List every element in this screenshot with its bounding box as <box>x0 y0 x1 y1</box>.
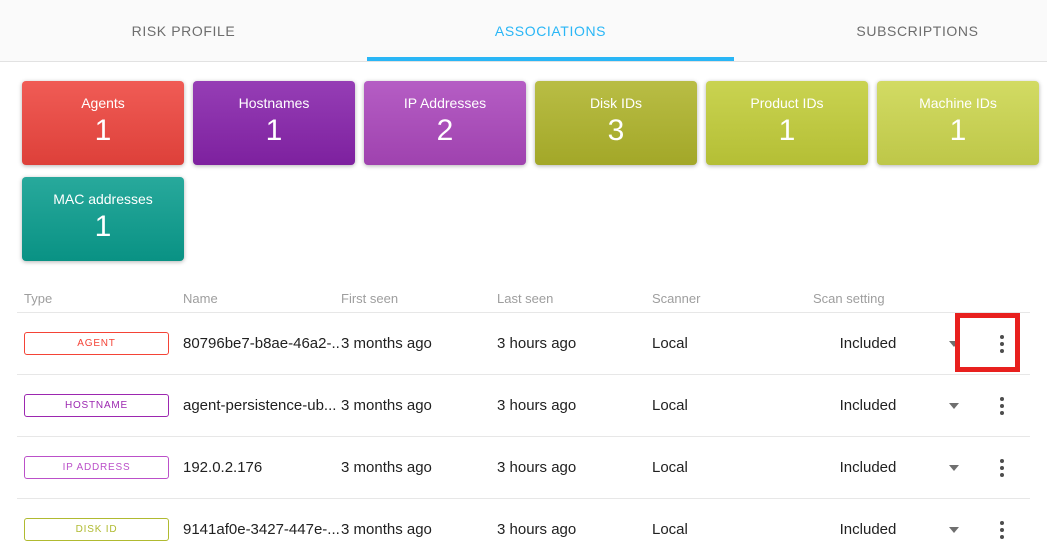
column-header-scanner: Scanner <box>652 291 813 306</box>
type-badge: DISK ID <box>24 518 169 541</box>
name-cell: 192.0.2.176 <box>183 459 341 476</box>
card-disk-ids[interactable]: Disk IDs 3 <box>535 81 697 165</box>
tab-subscriptions[interactable]: SUBSCRIPTIONS <box>734 0 1047 61</box>
scan-setting-select[interactable]: Included <box>813 335 973 352</box>
scan-setting-select[interactable]: Included <box>813 521 973 538</box>
associations-page: RISK PROFILE ASSOCIATIONS SUBSCRIPTIONS … <box>0 0 1047 558</box>
card-label: MAC addresses <box>22 191 184 207</box>
card-label: Agents <box>22 95 184 111</box>
card-count: 2 <box>364 114 526 148</box>
kebab-menu-icon[interactable] <box>990 329 1014 359</box>
scan-setting-value: Included <box>813 335 923 352</box>
chevron-down-icon[interactable] <box>949 527 959 533</box>
card-hostnames[interactable]: Hostnames 1 <box>193 81 355 165</box>
column-header-last-seen: Last seen <box>497 291 652 306</box>
table-row: HOSTNAME agent-persistence-ub... 3 month… <box>17 374 1030 436</box>
associations-table: Type Name First seen Last seen Scanner S… <box>17 284 1030 558</box>
first-seen-cell: 3 months ago <box>341 459 497 476</box>
name-cell: 9141af0e-3427-447e-... <box>183 521 341 538</box>
chevron-down-icon[interactable] <box>949 341 959 347</box>
chevron-down-icon[interactable] <box>949 403 959 409</box>
first-seen-cell: 3 months ago <box>341 521 497 538</box>
card-label: Product IDs <box>706 95 868 111</box>
scan-setting-value: Included <box>813 521 923 538</box>
card-label: Hostnames <box>193 95 355 111</box>
kebab-menu-icon[interactable] <box>990 453 1014 483</box>
scan-setting-select[interactable]: Included <box>813 459 973 476</box>
card-mac-addresses[interactable]: MAC addresses 1 <box>22 177 184 261</box>
scanner-cell: Local <box>652 521 813 538</box>
scan-setting-value: Included <box>813 397 923 414</box>
column-header-name: Name <box>183 291 341 306</box>
table-header: Type Name First seen Last seen Scanner S… <box>17 284 1030 312</box>
card-machine-ids[interactable]: Machine IDs 1 <box>877 81 1039 165</box>
first-seen-cell: 3 months ago <box>341 335 497 352</box>
column-header-first-seen: First seen <box>341 291 497 306</box>
card-label: Machine IDs <box>877 95 1039 111</box>
card-count: 1 <box>877 114 1039 148</box>
kebab-menu-icon[interactable] <box>990 515 1014 545</box>
name-cell: agent-persistence-ub... <box>183 397 341 414</box>
table-row: AGENT 80796be7-b8ae-46a2-... 3 months ag… <box>17 312 1030 374</box>
chevron-down-icon[interactable] <box>949 465 959 471</box>
type-badge: AGENT <box>24 332 169 355</box>
table-row: IP ADDRESS 192.0.2.176 3 months ago 3 ho… <box>17 436 1030 498</box>
first-seen-cell: 3 months ago <box>341 397 497 414</box>
tab-risk-profile[interactable]: RISK PROFILE <box>0 0 367 61</box>
card-label: Disk IDs <box>535 95 697 111</box>
type-badge: HOSTNAME <box>24 394 169 417</box>
last-seen-cell: 3 hours ago <box>497 397 652 414</box>
type-badge: IP ADDRESS <box>24 456 169 479</box>
card-count: 1 <box>193 114 355 148</box>
last-seen-cell: 3 hours ago <box>497 335 652 352</box>
association-cards: Agents 1 Hostnames 1 IP Addresses 2 Disk… <box>0 62 1047 261</box>
table-row: DISK ID 9141af0e-3427-447e-... 3 months … <box>17 498 1030 558</box>
card-count: 1 <box>22 114 184 148</box>
card-count: 1 <box>706 114 868 148</box>
column-header-scan-setting: Scan setting <box>813 291 973 306</box>
scanner-cell: Local <box>652 397 813 414</box>
scanner-cell: Local <box>652 335 813 352</box>
kebab-menu-icon[interactable] <box>990 391 1014 421</box>
last-seen-cell: 3 hours ago <box>497 459 652 476</box>
tab-bar: RISK PROFILE ASSOCIATIONS SUBSCRIPTIONS <box>0 0 1047 62</box>
card-ip-addresses[interactable]: IP Addresses 2 <box>364 81 526 165</box>
last-seen-cell: 3 hours ago <box>497 521 652 538</box>
card-product-ids[interactable]: Product IDs 1 <box>706 81 868 165</box>
card-agents[interactable]: Agents 1 <box>22 81 184 165</box>
scan-setting-select[interactable]: Included <box>813 397 973 414</box>
card-count: 1 <box>22 210 184 244</box>
scan-setting-value: Included <box>813 459 923 476</box>
card-label: IP Addresses <box>364 95 526 111</box>
column-header-type: Type <box>17 291 183 306</box>
card-count: 3 <box>535 114 697 148</box>
tab-associations[interactable]: ASSOCIATIONS <box>367 0 734 61</box>
scanner-cell: Local <box>652 459 813 476</box>
name-cell: 80796be7-b8ae-46a2-... <box>183 335 341 352</box>
